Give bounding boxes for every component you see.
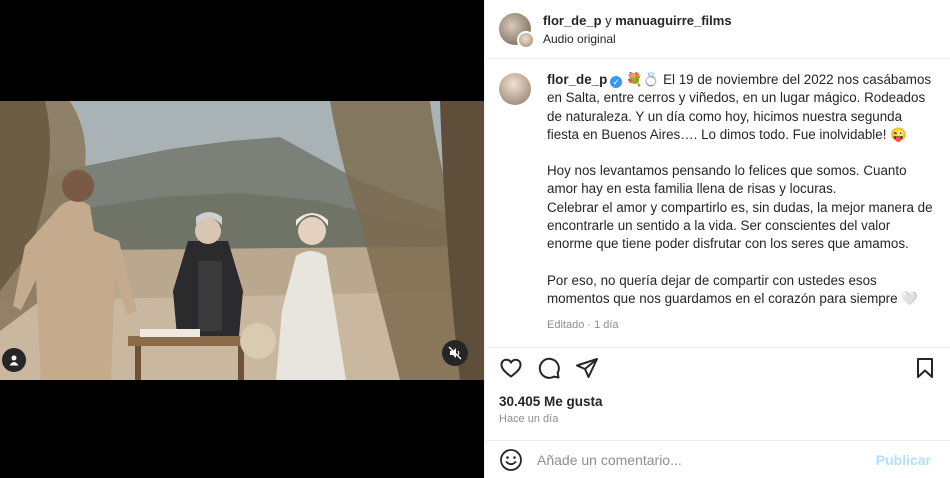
media-panel: [0, 0, 484, 478]
comment-icon: [538, 357, 560, 379]
caption-username[interactable]: flor_de_p: [547, 72, 607, 87]
caption-meta: Editado · 1 día: [547, 319, 619, 332]
post-video[interactable]: [0, 101, 484, 380]
caption-emojis: 💐💍: [626, 72, 660, 87]
author-link[interactable]: flor_de_p: [543, 13, 602, 28]
save-button[interactable]: [913, 356, 937, 380]
caption-avatar[interactable]: [499, 73, 531, 105]
caption-paragraph-2: Hoy nos levantamos pensando lo felices q…: [547, 163, 933, 252]
video-frame: [0, 101, 484, 380]
comment-input[interactable]: [537, 451, 876, 468]
audio-link[interactable]: Audio original: [543, 32, 732, 46]
likes-count[interactable]: 30.405 Me gusta: [499, 394, 603, 409]
caption-area: flor_de_p ✓ 💐💍 El 19 de noviembre del 202…: [485, 59, 950, 347]
muted-speaker-icon: [448, 346, 462, 360]
heart-icon: [500, 358, 522, 378]
author-names: flor_de_p y manuaguirre_films: [543, 13, 732, 28]
coauthor-avatar[interactable]: [517, 31, 535, 49]
tagged-users-button[interactable]: [2, 348, 26, 372]
emoji-icon[interactable]: [499, 448, 523, 472]
caption: flor_de_p ✓ 💐💍 El 19 de noviembre del 202…: [547, 71, 935, 347]
user-icon: [9, 355, 19, 366]
publish-button[interactable]: Publicar: [876, 452, 931, 468]
post-header: flor_de_p y manuaguirre_films Audio orig…: [485, 0, 950, 59]
bookmark-icon: [917, 357, 933, 378]
author-connector: y: [601, 12, 616, 28]
post-time[interactable]: Hace un día: [499, 413, 558, 425]
comment-button[interactable]: [537, 356, 561, 380]
author-avatar[interactable]: [499, 13, 535, 49]
comment-bar: Publicar: [485, 440, 950, 478]
coauthor-link[interactable]: manuaguirre_films: [615, 13, 731, 28]
caption-paragraph-3: Por eso, no quería dejar de compartir co…: [547, 272, 918, 306]
share-button[interactable]: [575, 356, 599, 380]
mute-button[interactable]: [442, 340, 468, 366]
share-icon: [576, 357, 598, 378]
like-button[interactable]: [499, 356, 523, 380]
verified-badge-icon: ✓: [610, 76, 623, 88]
action-bar: [485, 347, 950, 387]
post-details-panel: flor_de_p y manuaguirre_films Audio orig…: [484, 0, 950, 478]
post-modal: flor_de_p y manuaguirre_films Audio orig…: [0, 0, 950, 478]
